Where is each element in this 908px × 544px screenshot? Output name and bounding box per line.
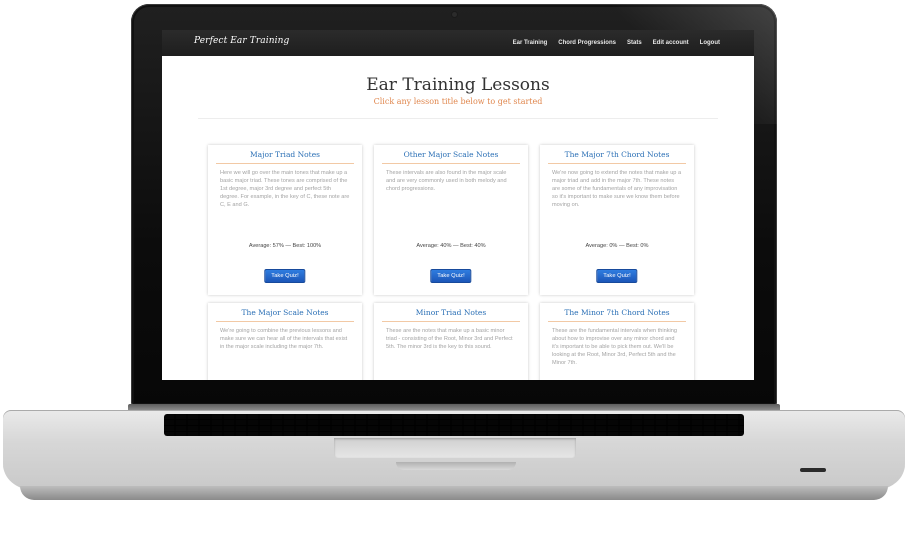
- nav-links: Ear Training Chord Progressions Stats Ed…: [513, 30, 720, 56]
- nav-chord-progressions[interactable]: Chord Progressions: [558, 40, 616, 46]
- lesson-card: The Major 7th Chord Notes We're now goin…: [540, 145, 694, 295]
- nav-stats[interactable]: Stats: [627, 40, 642, 46]
- laptop-keyboard: [164, 414, 744, 436]
- page-subtitle: Click any lesson title below to get star…: [373, 97, 543, 106]
- page-title: Ear Training Lessons: [366, 75, 550, 95]
- header-divider: [198, 118, 718, 119]
- nav-ear-training[interactable]: Ear Training: [513, 40, 548, 46]
- lesson-title-link[interactable]: Other Major Scale Notes: [382, 145, 520, 164]
- brand-logo[interactable]: Perfect Ear Training: [194, 36, 289, 46]
- lesson-grid: Major Triad Notes Here we will go over t…: [208, 145, 708, 380]
- lid-open-notch: [396, 462, 516, 470]
- nav-logout[interactable]: Logout: [700, 40, 720, 46]
- lesson-title-link[interactable]: The Major 7th Chord Notes: [548, 145, 686, 164]
- take-quiz-button[interactable]: Take Quiz!: [596, 269, 638, 283]
- lesson-card: Major Triad Notes Here we will go over t…: [208, 145, 362, 295]
- lesson-card: Minor Triad Notes These are the notes th…: [374, 303, 528, 380]
- lesson-stats: Average: 57% — Best: 100%: [248, 243, 322, 249]
- page-header: Ear Training Lessons Click any lesson ti…: [162, 56, 754, 106]
- lesson-description: These are the fundamental intervals when…: [552, 328, 678, 366]
- lesson-card: Other Major Scale Notes These intervals …: [374, 145, 528, 295]
- lesson-description: These intervals are also found in the ma…: [386, 170, 507, 192]
- take-quiz-button[interactable]: Take Quiz!: [430, 269, 472, 283]
- lesson-description: We're going to combine the previous less…: [220, 328, 348, 350]
- nav-edit-account[interactable]: Edit account: [653, 40, 689, 46]
- camera-icon: [452, 12, 457, 17]
- power-indicator-icon: [800, 468, 826, 472]
- laptop-trackpad: [334, 438, 576, 458]
- lesson-stats: Average: 40% — Best: 40%: [416, 243, 486, 249]
- lesson-card: The Minor 7th Chord Notes These are the …: [540, 303, 694, 380]
- top-navbar: Perfect Ear Training Ear Training Chord …: [162, 30, 754, 56]
- lesson-title-link[interactable]: Minor Triad Notes: [382, 303, 520, 322]
- lesson-description: These are the notes that make up a basic…: [386, 328, 513, 350]
- lesson-description: Here we will go over the main tones that…: [220, 170, 350, 208]
- laptop-screen: Perfect Ear Training Ear Training Chord …: [162, 30, 754, 380]
- lesson-card: The Major Scale Notes We're going to com…: [208, 303, 362, 380]
- lesson-description: We're now going to extend the notes that…: [552, 170, 682, 208]
- laptop-base-edge: [20, 486, 888, 500]
- lesson-title-link[interactable]: Major Triad Notes: [216, 145, 354, 164]
- lesson-title-link[interactable]: The Minor 7th Chord Notes: [548, 303, 686, 322]
- lesson-title-link[interactable]: The Major Scale Notes: [216, 303, 354, 322]
- take-quiz-button[interactable]: Take Quiz!: [264, 269, 306, 283]
- lesson-stats: Average: 0% — Best: 0%: [585, 243, 649, 249]
